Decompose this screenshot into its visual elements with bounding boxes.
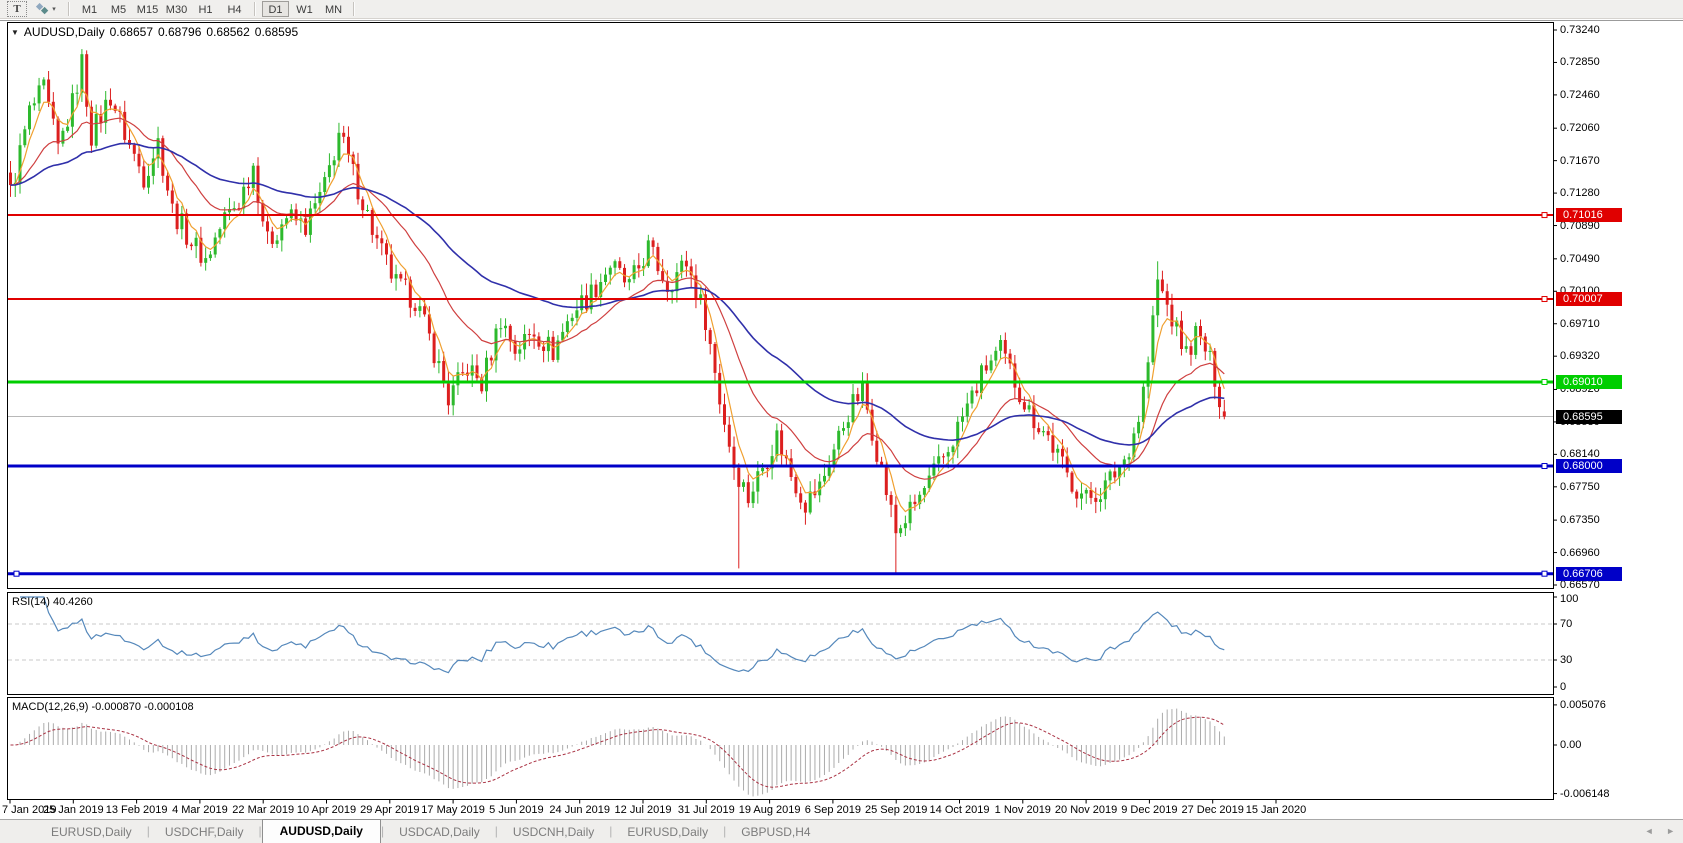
object-style-button[interactable]: ▾ [30,1,60,17]
toolbar-separator [68,2,70,16]
tab-usdcad-daily[interactable]: USDCAD,Daily [384,821,495,843]
timeframe-button-d1[interactable]: D1 [262,1,289,17]
date-label: 20 Nov 2019 [1055,804,1117,816]
toolbar-separator [353,2,355,16]
line-handle-right[interactable] [1542,379,1547,384]
current-price-label: 0.68595 [1556,410,1622,424]
date-label: 25 Jan 2019 [43,804,104,816]
line-price-label: 0.71016 [1556,208,1622,222]
chart-canvas[interactable] [0,0,1683,820]
date-axis[interactable]: 7 Jan 201925 Jan 201913 Feb 20194 Mar 20… [0,800,1556,817]
line-price-label: 0.70007 [1556,292,1622,306]
tab-scroll-left-icon[interactable]: ◄ [1645,826,1654,836]
tab-usdchf-daily[interactable]: USDCHF,Daily [150,821,259,843]
price-tick-label: 0.67750 [1560,481,1600,493]
price-tick-label: 0.69320 [1560,350,1600,362]
diamonds-icon [34,3,50,16]
tab-eurusd-daily[interactable]: EURUSD,Daily [36,821,147,843]
tab-audusd-daily[interactable]: AUDUSD,Daily [262,819,381,843]
date-label: 4 Mar 2019 [172,804,228,816]
timeframe-button-mn[interactable]: MN [320,1,347,17]
toolbar-separator [254,2,256,16]
date-label: 9 Dec 2019 [1121,804,1177,816]
rsi-tick-label: 70 [1560,618,1572,630]
high-value: 0.68796 [158,25,201,39]
macd-title: MACD(12,26,9) -0.000870 -0.000108 [12,701,194,713]
rsi-title: RSI(14) 40.4260 [12,596,93,608]
price-tick-label: 0.73240 [1560,24,1600,36]
date-label: 17 May 2019 [421,804,485,816]
line-price-label: 0.66706 [1556,567,1622,581]
macd-tick-label: -0.006148 [1560,788,1610,800]
chart-symbol-label: AUDUSD,Daily [24,25,105,39]
date-label: 22 Mar 2019 [232,804,294,816]
line-price-label: 0.68000 [1556,459,1622,473]
chart-header: ▼ AUDUSD,Daily 0.68657 0.68796 0.68562 0.6859… [11,25,298,39]
timeframe-button-h4[interactable]: H4 [221,1,248,17]
date-label: 14 Oct 2019 [930,804,990,816]
rsi-tick-label: 0 [1560,681,1566,693]
price-tick-label: 0.72060 [1560,122,1600,134]
price-tick-label: 0.66570 [1560,579,1600,591]
macd-tick-label: 0.00 [1560,739,1581,751]
line-handle-left[interactable] [14,571,19,576]
date-label: 25 Sep 2019 [865,804,927,816]
timeframe-button-w1[interactable]: W1 [291,1,318,17]
timeframe-button-m5[interactable]: M5 [105,1,132,17]
price-tick-label: 0.71280 [1560,187,1600,199]
price-tick-label: 0.71670 [1560,155,1600,167]
timeframe-button-h1[interactable]: H1 [192,1,219,17]
price-tick-label: 0.70490 [1560,253,1600,265]
date-label: 5 Jun 2019 [489,804,543,816]
chart-tab-bar: EURUSD,Daily|USDCHF,Daily|AUDUSD,Daily|U… [0,819,1683,843]
tab-usdcnh-daily[interactable]: USDCNH,Daily [498,821,609,843]
tab-gbpusd-h4[interactable]: GBPUSD,H4 [726,821,825,843]
line-handle-right[interactable] [1542,464,1547,469]
price-tick-label: 0.67350 [1560,514,1600,526]
price-tick-label: 0.69710 [1560,318,1600,330]
line-handle-right[interactable] [1542,297,1547,302]
chart-toolbar: T ▾ M1M5M15M30H1H4 D1W1MN [0,0,1683,19]
date-label: 31 Jul 2019 [678,804,735,816]
low-value: 0.68562 [206,25,249,39]
tab-scroll-right-icon[interactable]: ► [1666,826,1675,836]
tab-scroll-arrows: ◄ ► [1635,826,1675,836]
date-label: 10 Apr 2019 [297,804,356,816]
date-label: 13 Feb 2019 [106,804,168,816]
line-handle-right[interactable] [1542,571,1547,576]
timeframe-button-m15[interactable]: M15 [134,1,161,17]
date-label: 29 Apr 2019 [360,804,419,816]
date-label: 24 Jun 2019 [549,804,610,816]
timeframe-button-m30[interactable]: M30 [163,1,190,17]
date-label: 1 Nov 2019 [995,804,1051,816]
mt4-chart-window: T ▾ M1M5M15M30H1H4 D1W1MN ▼ AUDUSD,Daily 0.… [0,0,1683,843]
tab-eurusd-daily[interactable]: EURUSD,Daily [612,821,723,843]
price-tick-label: 0.72850 [1560,56,1600,68]
dropdown-caret-icon: ▾ [52,5,56,13]
timeframe-group: M1M5M15M30H1H4 D1W1MN [75,0,360,19]
date-label: 19 Aug 2019 [739,804,801,816]
date-label: 12 Jul 2019 [615,804,672,816]
line-price-label: 0.69010 [1556,375,1622,389]
rsi-tick-label: 30 [1560,654,1572,666]
date-label: 6 Sep 2019 [805,804,861,816]
close-value: 0.68595 [255,25,298,39]
price-tick-label: 0.66960 [1560,547,1600,559]
line-handle-right[interactable] [1542,213,1547,218]
price-tick-label: 0.72460 [1560,89,1600,101]
chart-collapse-icon[interactable]: ▼ [11,28,19,37]
date-label: 27 Dec 2019 [1181,804,1243,816]
rsi-tick-label: 100 [1560,593,1578,605]
date-label: 15 Jan 2020 [1246,804,1307,816]
macd-tick-label: 0.005076 [1560,699,1606,711]
timeframe-button-m1[interactable]: M1 [76,1,103,17]
open-value: 0.68657 [110,25,153,39]
text-tool-button[interactable]: T [7,1,27,17]
main-chart-frame [8,23,1554,589]
